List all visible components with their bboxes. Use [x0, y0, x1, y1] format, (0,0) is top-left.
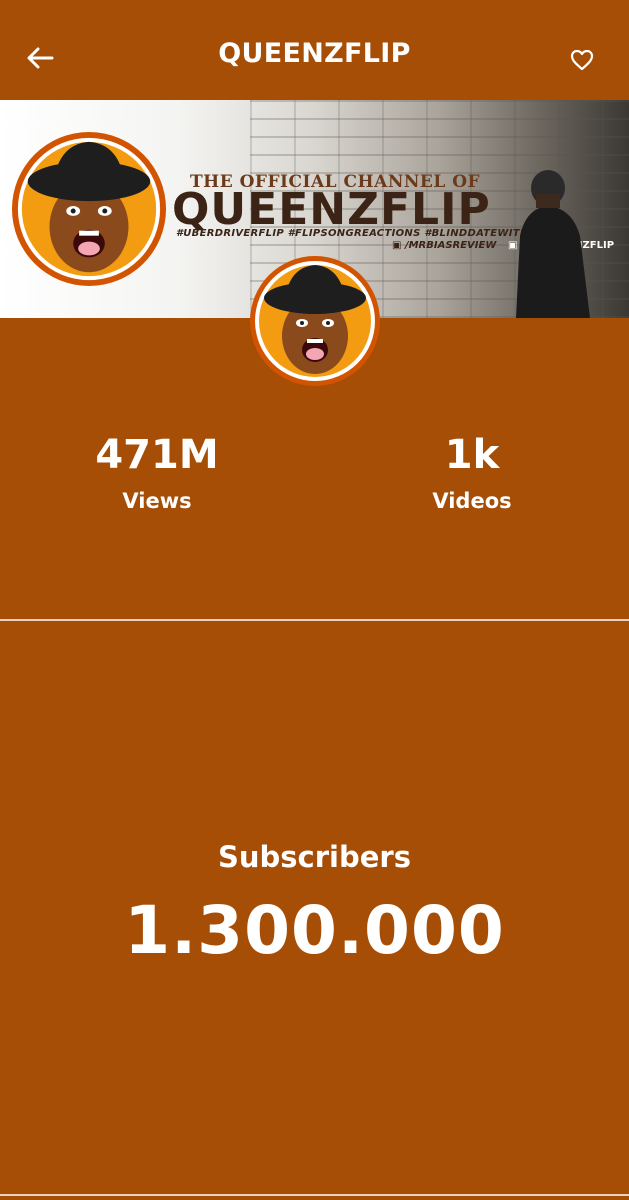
subscribers-count: 1.300.000: [124, 892, 505, 969]
section-divider: [0, 619, 629, 621]
top-bar: QUEENZFLIP: [0, 0, 629, 100]
facebook-icon: ▣: [392, 240, 402, 251]
banner-facebook: ▣ /MRBIASREVIEW: [392, 240, 496, 251]
videos-value: 1k: [444, 432, 500, 478]
videos-label: Videos: [432, 489, 512, 513]
heart-outline-icon: [570, 49, 594, 71]
views-value: 471M: [95, 432, 219, 478]
banner-facebook-text: /MRBIASREVIEW: [404, 240, 497, 251]
person-photo: [516, 170, 590, 318]
channel-avatar: [250, 256, 380, 386]
favorite-button[interactable]: [564, 42, 600, 78]
banner-hashtags: #UBERDRIVERFLIP #FLIPSONGREACTIONS #BLIN…: [176, 228, 555, 239]
channel-logo-icon: [11, 131, 167, 287]
page-title: QUEENZFLIP: [218, 38, 411, 69]
views-label: Views: [122, 489, 192, 513]
bottom-divider: [0, 1194, 629, 1196]
subscribers-label: Subscribers: [218, 840, 411, 874]
